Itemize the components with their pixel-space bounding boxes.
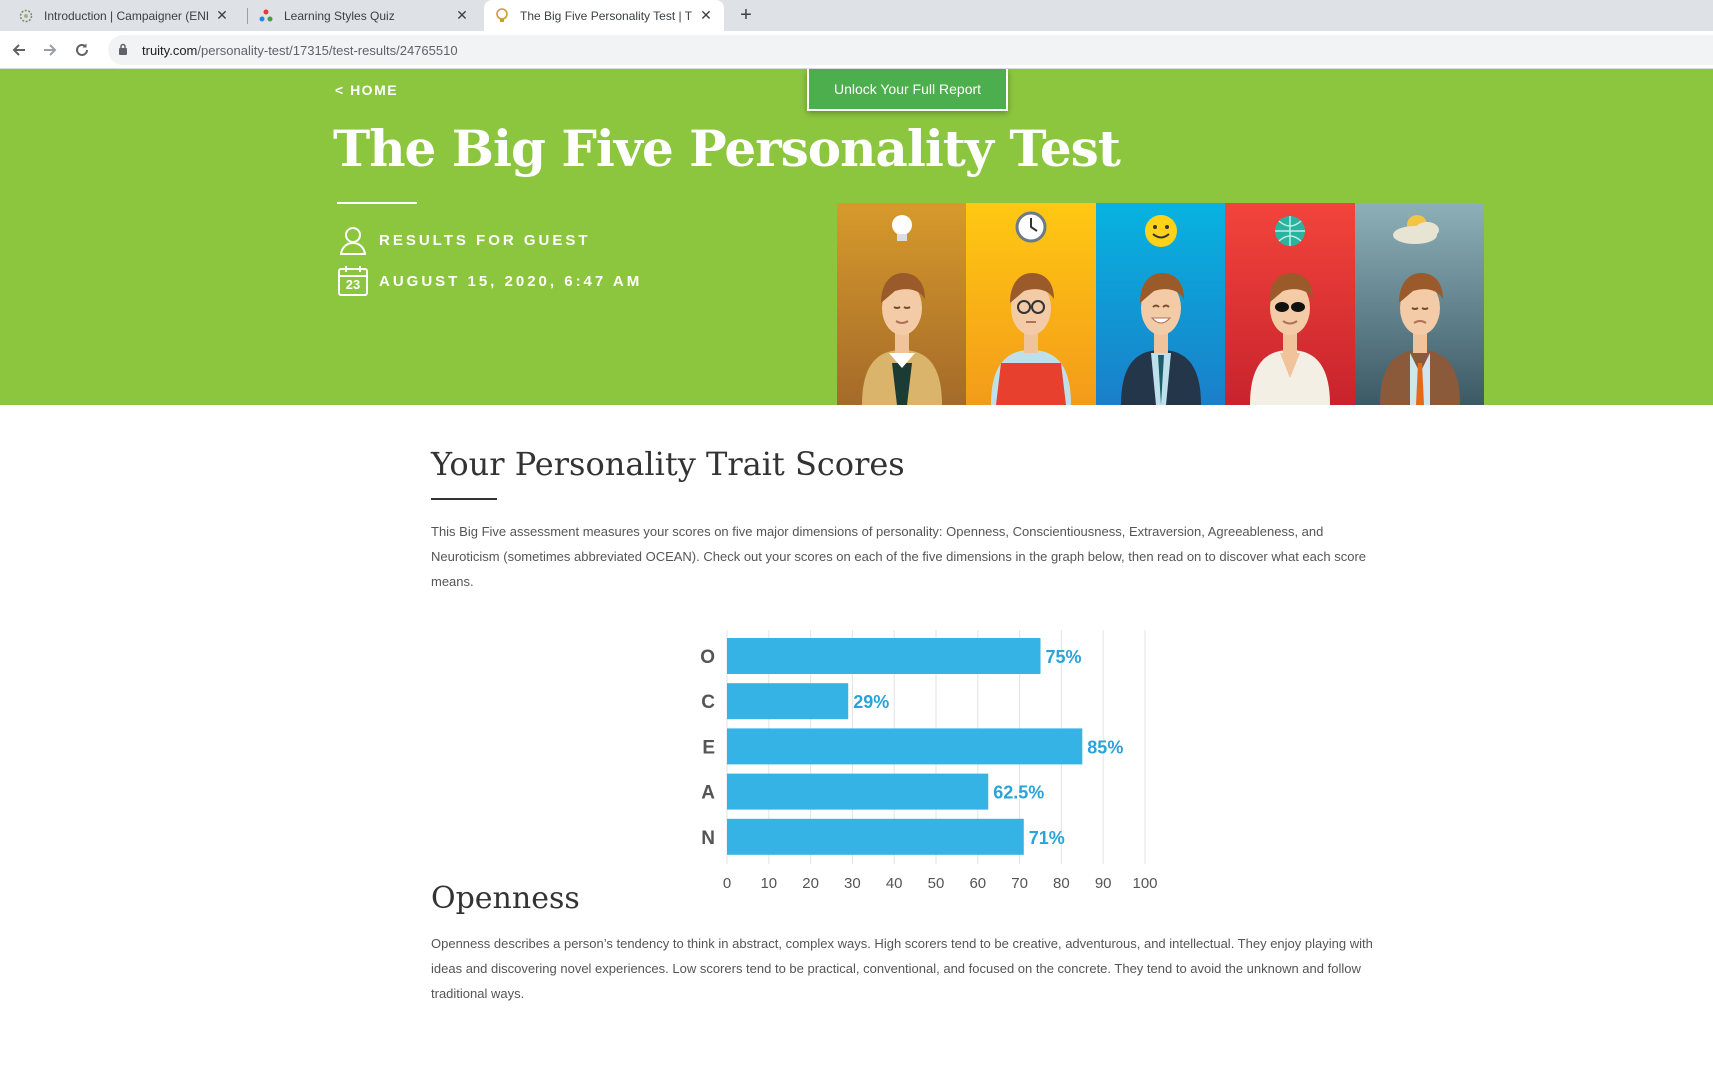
hero-banner: < HOME Unlock Your Full Report The Big F… (0, 69, 1713, 405)
portrait-conscientiousness (966, 203, 1096, 405)
portrait-extraversion (1095, 203, 1226, 405)
portrait-agreeableness (1225, 203, 1355, 405)
unlock-full-report-button[interactable]: Unlock Your Full Report (807, 69, 1008, 111)
results-for-row: RESULTS FOR GUEST (337, 224, 591, 256)
x-tick-label: 30 (844, 875, 861, 892)
scores-heading: Your Personality Trait Scores (431, 445, 905, 483)
value-label: 75% (1046, 647, 1082, 667)
result-date: AUGUST 15, 2020, 6:47 AM (379, 272, 643, 290)
personality-portraits (837, 203, 1484, 405)
bar-n (727, 818, 1024, 855)
cloud-icon (1392, 215, 1439, 244)
home-link[interactable]: < HOME (335, 82, 398, 98)
address-bar[interactable]: truity.com/personality-test/17315/test-r… (108, 35, 1713, 65)
tab-title: Learning Styles Quiz (284, 8, 395, 23)
scores-intro: This Big Five assessment measures your s… (431, 524, 1367, 589)
back-arrow-icon[interactable] (6, 37, 32, 63)
portrait-openness (837, 203, 967, 405)
title-divider (337, 202, 417, 204)
value-label: 71% (1029, 828, 1065, 848)
lightbulb-favicon-icon (494, 7, 510, 24)
tab-title: The Big Five Personality Test | Tru (520, 8, 692, 23)
tab-campaigner[interactable]: Introduction | Campaigner (ENFP ✕ (8, 0, 240, 31)
x-tick-label: 100 (1132, 875, 1157, 892)
tab-learning-styles[interactable]: Learning Styles Quiz ✕ (248, 0, 480, 31)
portrait-neuroticism (1354, 203, 1484, 405)
heading-divider (431, 498, 497, 500)
new-tab-plus-icon[interactable]: + (734, 3, 758, 27)
reload-icon[interactable] (69, 37, 95, 63)
url-path: /personality-test/17315/test-results/247… (197, 42, 458, 58)
bar-e (727, 728, 1083, 765)
x-tick-label: 0 (723, 875, 731, 892)
tab-strip: Introduction | Campaigner (ENFP ✕ Learni… (0, 0, 1713, 31)
value-label: 85% (1087, 737, 1123, 757)
browser-window: Introduction | Campaigner (ENFP ✕ Learni… (0, 0, 1713, 1079)
user-icon (337, 224, 369, 256)
x-tick-label: 90 (1095, 875, 1112, 892)
date-row: 23 AUGUST 15, 2020, 6:47 AM (337, 265, 642, 297)
category-label: E (702, 737, 715, 758)
chart-svg: 0 10 20 30 40 50 60 70 80 90 100 O 75% C 29% E 85% A 62.5%… (700, 630, 1158, 892)
smiley-icon (1144, 215, 1177, 247)
x-tick-label: 60 (969, 875, 986, 892)
x-tick-label: 80 (1053, 875, 1070, 892)
category-label: C (701, 692, 715, 713)
results-for-label: RESULTS FOR GUEST (379, 231, 591, 249)
page-content: < HOME Unlock Your Full Report The Big F… (0, 69, 1713, 1079)
close-icon[interactable]: ✕ (214, 7, 230, 24)
x-tick-label: 70 (1011, 875, 1028, 892)
globe-icon (1275, 216, 1306, 246)
value-label: 29% (853, 692, 889, 712)
bar-o (727, 638, 1041, 674)
close-icon[interactable]: ✕ (698, 7, 714, 24)
page-title: The Big Five Personality Test (333, 119, 1121, 178)
browser-toolbar: truity.com/personality-test/17315/test-r… (0, 31, 1713, 69)
openness-heading: Openness (431, 881, 580, 916)
x-tick-label: 50 (928, 875, 945, 892)
category-label: O (700, 647, 715, 668)
bar-c (727, 683, 849, 720)
x-tick-label: 40 (886, 875, 903, 892)
openness-body: Openness describes a person’s tendency t… (431, 936, 1373, 1001)
ocean-score-chart: 0 10 20 30 40 50 60 70 80 90 100 O 75% C 29% E 85% A 62.5%… (680, 630, 1180, 900)
value-label: 62.5% (993, 783, 1044, 803)
calendar-day: 23 (345, 277, 361, 292)
lock-icon (118, 43, 132, 58)
category-label: A (701, 783, 715, 804)
url-host: truity.com (142, 42, 198, 58)
x-tick-label: 20 (802, 875, 819, 892)
x-tick-label: 10 (760, 875, 777, 892)
tab-title: Introduction | Campaigner (ENFP (44, 8, 208, 23)
close-icon[interactable]: ✕ (454, 7, 470, 24)
lightbulb-icon (892, 215, 912, 241)
calendar-icon: 23 (337, 265, 369, 297)
clock-icon (1015, 211, 1047, 243)
bar-a (727, 773, 989, 810)
molecule-favicon-icon (258, 8, 274, 24)
tab-big-five[interactable]: The Big Five Personality Test | Tru ✕ (484, 0, 724, 31)
category-label: N (701, 828, 715, 849)
sparkle-favicon-icon (18, 8, 34, 24)
forward-arrow-icon[interactable] (37, 37, 63, 63)
